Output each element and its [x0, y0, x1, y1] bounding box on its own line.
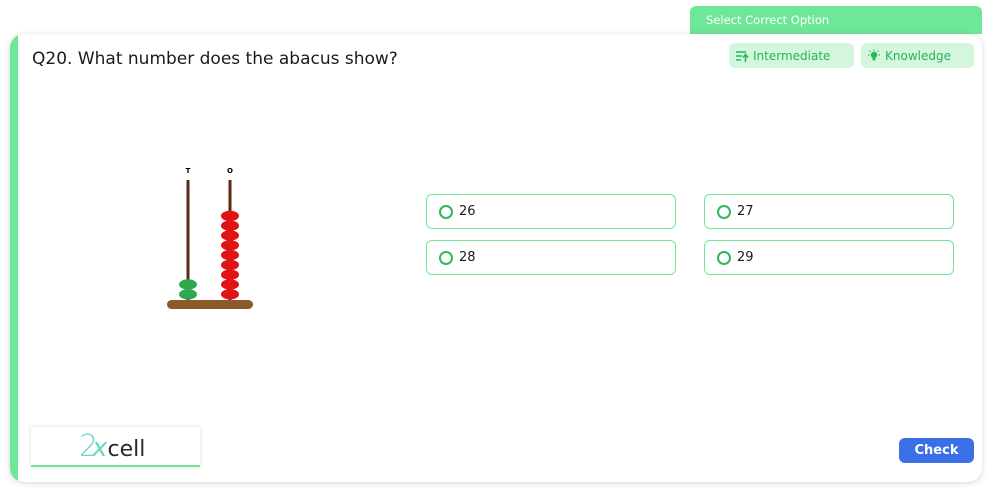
question-card: Q20. What number does the abacus show? I…: [10, 34, 982, 482]
category-tag: Knowledge: [861, 43, 974, 68]
lightbulb-icon: [868, 49, 880, 60]
ones-bead: [221, 289, 239, 300]
tens-bead: [179, 279, 197, 290]
tens-rod-label: T: [186, 167, 191, 175]
category-label: Knowledge: [885, 48, 951, 63]
difficulty-tag: Intermediate: [729, 43, 854, 68]
option-d[interactable]: 29: [704, 240, 954, 275]
check-button[interactable]: Check: [899, 438, 974, 463]
card-accent-bar: [10, 34, 18, 482]
select-option-tab: Select Correct Option: [690, 6, 982, 34]
option-label: 29: [737, 250, 754, 265]
option-label: 28: [459, 250, 476, 265]
tab-label: Select Correct Option: [706, 13, 830, 27]
question-title: Q20. What number does the abacus show?: [32, 49, 398, 69]
radio-icon[interactable]: [439, 250, 453, 265]
abacus-base: [167, 300, 253, 309]
ones-bead: [221, 269, 239, 280]
logo-x: x: [92, 433, 108, 463]
logo-text: 2xcell: [79, 429, 145, 464]
option-b[interactable]: 27: [704, 194, 954, 229]
radio-icon[interactable]: [439, 204, 453, 219]
ones-bead: [221, 249, 239, 261]
option-label: 27: [737, 204, 754, 219]
ones-bead: [221, 220, 239, 231]
option-label: 26: [459, 204, 476, 219]
level-up-icon: [736, 50, 749, 62]
ones-bead: [221, 210, 239, 222]
ones-rod-label: O: [227, 167, 233, 175]
radio-icon[interactable]: [717, 204, 731, 219]
ones-bead: [221, 259, 239, 271]
brand-logo: 2xcell: [31, 427, 200, 467]
radio-icon[interactable]: [717, 250, 731, 265]
logo-word: cell: [107, 437, 146, 462]
option-a[interactable]: 26: [426, 194, 676, 229]
difficulty-label: Intermediate: [753, 48, 831, 63]
ones-bead: [221, 240, 239, 251]
ones-bead: [221, 279, 239, 290]
ones-bead: [221, 230, 239, 241]
abacus-figure: T O: [167, 167, 253, 309]
option-c[interactable]: 28: [426, 240, 676, 275]
tens-bead: [179, 289, 197, 300]
